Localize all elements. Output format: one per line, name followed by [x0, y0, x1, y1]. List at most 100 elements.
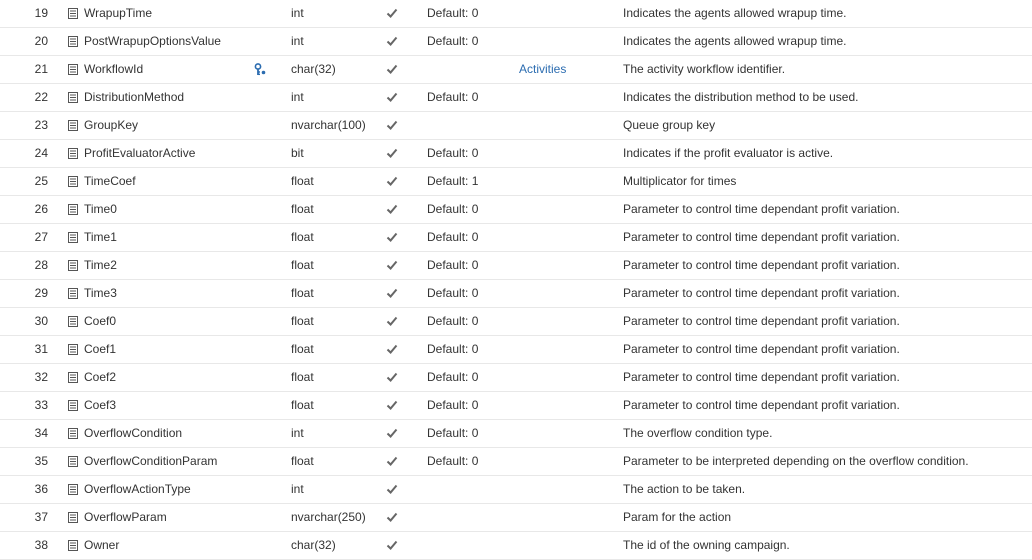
column-description: The overflow condition type.	[623, 426, 773, 440]
column-description: Parameter to control time dependant prof…	[623, 398, 900, 412]
column-description: Indicates the agents allowed wrapup time…	[623, 6, 847, 20]
column-description: Multiplicator for times	[623, 174, 737, 188]
table-row[interactable]: 29 Time3 float Default: 0 Parameter to contr…	[0, 280, 1032, 308]
checkmark-icon	[386, 119, 398, 131]
row-number: 31	[34, 342, 48, 356]
table-row[interactable]: 32 Coef2 float Default: 0 Parameter to contr…	[0, 364, 1032, 392]
checkmark-icon	[386, 287, 398, 299]
column-type: int	[291, 6, 304, 20]
row-number: 27	[34, 230, 48, 244]
column-list-icon	[68, 232, 78, 243]
column-default: Default: 0	[427, 90, 479, 104]
row-number: 20	[34, 34, 48, 48]
column-list-icon	[68, 176, 78, 187]
column-description: Indicates the distribution method to be …	[623, 90, 859, 104]
column-list-icon	[68, 204, 78, 215]
column-type: nvarchar(100)	[291, 118, 366, 132]
checkmark-icon	[386, 343, 398, 355]
table-row[interactable]: 24 ProfitEvaluatorActive bit Default: 0 Indi…	[0, 140, 1032, 168]
columns-table: 19 WrapupTime int Default: 0 Indicates the a…	[0, 0, 1032, 560]
checkmark-icon	[386, 175, 398, 187]
checkmark-icon	[386, 455, 398, 467]
column-type: int	[291, 90, 304, 104]
table-row[interactable]: 30 Coef0 float Default: 0 Parameter to contr…	[0, 308, 1032, 336]
column-list-icon	[68, 8, 78, 19]
column-name: Time0	[84, 202, 117, 216]
column-default: Default: 0	[427, 454, 479, 468]
row-number: 24	[34, 146, 48, 160]
table-row[interactable]: 19 WrapupTime int Default: 0 Indicates the a…	[0, 0, 1032, 28]
column-type: float	[291, 258, 314, 272]
column-list-icon	[68, 512, 78, 523]
column-default: Default: 0	[427, 146, 479, 160]
table-row[interactable]: 33 Coef3 float Default: 0 Parameter to contr…	[0, 392, 1032, 420]
table-row[interactable]: 27 Time1 float Default: 0 Parameter to contr…	[0, 224, 1032, 252]
column-name: OverflowParam	[84, 510, 167, 524]
column-default: Default: 0	[427, 342, 479, 356]
checkmark-icon	[386, 7, 398, 19]
column-type: float	[291, 370, 314, 384]
column-description: Parameter to control time dependant prof…	[623, 230, 900, 244]
column-type: int	[291, 482, 304, 496]
checkmark-icon	[386, 35, 398, 47]
row-number: 26	[34, 202, 48, 216]
table-row[interactable]: 25 TimeCoef float Default: 1 Multiplicator f…	[0, 168, 1032, 196]
column-description: The activity workflow identifier.	[623, 62, 786, 76]
table-row[interactable]: 35 OverflowConditionParam float Default: 0 P…	[0, 448, 1032, 476]
row-number: 32	[34, 370, 48, 384]
column-type: float	[291, 174, 314, 188]
column-description: The id of the owning campaign.	[623, 538, 790, 552]
column-name: Time2	[84, 258, 117, 272]
column-list-icon	[68, 400, 78, 411]
row-number: 36	[34, 482, 48, 496]
column-name: OverflowConditionParam	[84, 454, 218, 468]
column-name: PostWrapupOptionsValue	[84, 34, 221, 48]
table-row[interactable]: 26 Time0 float Default: 0 Parameter to contr…	[0, 196, 1032, 224]
column-description: Indicates if the profit evaluator is act…	[623, 146, 834, 160]
column-name: Coef0	[84, 314, 117, 328]
table-row[interactable]: 21 WorkflowId char(32) Activities The activi…	[0, 56, 1032, 84]
column-name: Coef2	[84, 370, 117, 384]
column-description: Indicates the agents allowed wrapup time…	[623, 34, 847, 48]
column-description: Parameter to control time dependant prof…	[623, 342, 900, 356]
checkmark-icon	[386, 259, 398, 271]
column-default: Default: 0	[427, 202, 479, 216]
table-row[interactable]: 28 Time2 float Default: 0 Parameter to contr…	[0, 252, 1032, 280]
column-description: Parameter to control time dependant prof…	[623, 286, 900, 300]
column-list-icon	[68, 344, 78, 355]
column-description: Param for the action	[623, 510, 732, 524]
column-name: OverflowActionType	[84, 482, 191, 496]
table-row[interactable]: 36 OverflowActionType int The action to be …	[0, 476, 1032, 504]
table-row[interactable]: 37 OverflowParam nvarchar(250) Param for th…	[0, 504, 1032, 532]
row-number: 34	[34, 426, 48, 440]
column-default: Default: 0	[427, 426, 479, 440]
column-name: DistributionMethod	[84, 90, 185, 104]
column-list-icon	[68, 36, 78, 47]
column-name: Owner	[84, 538, 120, 552]
column-list-icon	[68, 288, 78, 299]
column-type: char(32)	[291, 62, 336, 76]
table-row[interactable]: 22 DistributionMethod int Default: 0 Indicat…	[0, 84, 1032, 112]
checkmark-icon	[386, 203, 398, 215]
column-name: WrapupTime	[84, 6, 153, 20]
column-default: Default: 0	[427, 258, 479, 272]
row-number: 21	[34, 62, 48, 76]
checkmark-icon	[386, 63, 398, 75]
column-type: nvarchar(250)	[291, 510, 366, 524]
column-list-icon	[68, 260, 78, 271]
column-type: bit	[291, 146, 304, 160]
column-list-icon	[68, 456, 78, 467]
row-number: 23	[34, 118, 48, 132]
row-number: 30	[34, 314, 48, 328]
table-row[interactable]: 31 Coef1 float Default: 0 Parameter to contr…	[0, 336, 1032, 364]
column-list-icon	[68, 64, 78, 75]
table-row[interactable]: 20 PostWrapupOptionsValue int Default: 0 Ind…	[0, 28, 1032, 56]
column-description: Parameter to control time dependant prof…	[623, 258, 900, 272]
relation-link[interactable]: Activities	[519, 56, 566, 83]
table-row[interactable]: 23 GroupKey nvarchar(100) Queue group key	[0, 112, 1032, 140]
row-number: 37	[34, 510, 48, 524]
column-type: float	[291, 342, 314, 356]
column-name: WorkflowId	[84, 62, 144, 76]
table-row[interactable]: 34 OverflowCondition int Default: 0 The over…	[0, 420, 1032, 448]
column-name: Time1	[84, 230, 117, 244]
